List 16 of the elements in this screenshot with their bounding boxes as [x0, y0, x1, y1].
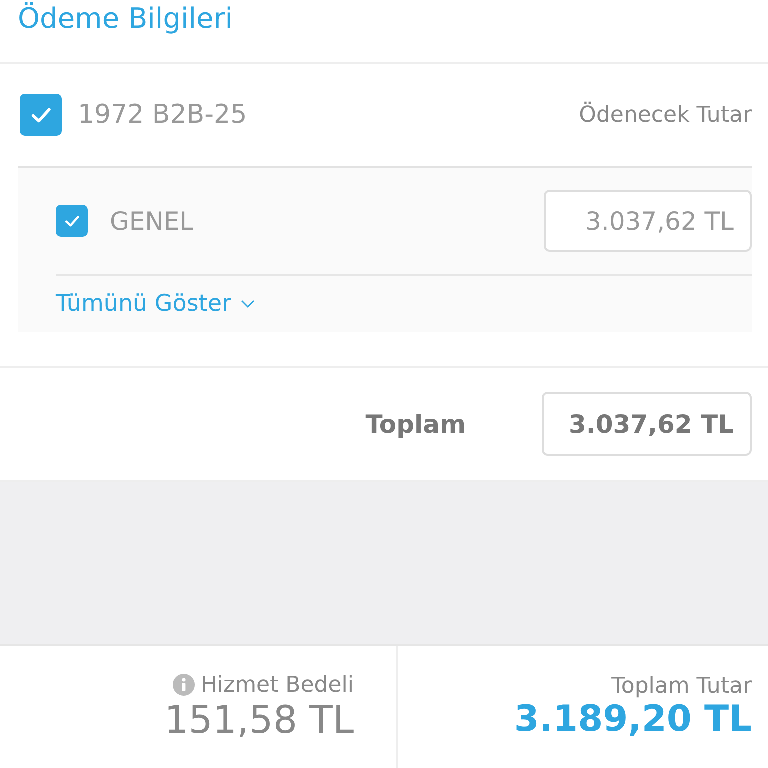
item-name: GENEL [110, 206, 195, 236]
column-header: Ödenecek Tutar [579, 102, 752, 128]
info-icon[interactable] [172, 674, 195, 696]
total-amount-label: Toplam Tutar [612, 674, 752, 699]
fee-amount: 151,58 TL [164, 698, 354, 742]
page-title: Ödeme Bilgileri [18, 2, 234, 35]
account-name: 1972 B2B-25 [78, 100, 248, 130]
total-amount: 3.189,20 TL [514, 699, 752, 740]
chevron-down-icon [241, 300, 256, 308]
checkbox[interactable] [56, 205, 88, 237]
total-field[interactable]: 3.037,62 TL [542, 392, 752, 456]
fee-label: Hizmet Bedeli [200, 672, 354, 698]
total-label: Toplam [366, 410, 466, 438]
checkbox[interactable] [20, 94, 62, 136]
show-all-link[interactable]: Tümünü Göster [56, 276, 256, 332]
amount-field[interactable]: 3.037,62 TL [544, 190, 752, 252]
